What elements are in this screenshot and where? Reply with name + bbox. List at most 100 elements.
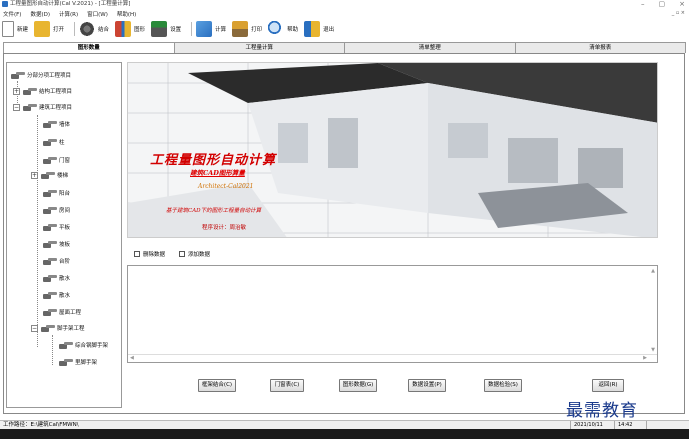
- collapse-minus-icon[interactable]: −: [13, 103, 20, 111]
- hand-pointer-icon: [41, 324, 55, 333]
- tree-node-room[interactable]: 房间: [43, 204, 70, 216]
- checkbox-box[interactable]: [179, 251, 186, 257]
- main-tabs: 图形数量 工程量计算 清单整理 清单报表: [3, 42, 686, 53]
- shape-icon: [115, 21, 132, 37]
- tree-node-roof[interactable]: 屋面工程: [43, 306, 81, 318]
- magnifier-icon: [268, 21, 285, 37]
- tree-node-wall[interactable]: 墙体: [43, 118, 70, 130]
- tree-node-scaffold[interactable]: − 脚手架工程: [31, 322, 85, 334]
- new-button[interactable]: 新建: [2, 21, 28, 37]
- tree-node-structure[interactable]: + 结构工程项目: [13, 85, 72, 97]
- scroll-right-icon[interactable]: ▶: [643, 355, 647, 361]
- tree-node-slope-slab[interactable]: 坡板: [43, 238, 70, 250]
- menu-file[interactable]: 文件(F): [3, 10, 21, 18]
- os-taskbar: [0, 429, 689, 439]
- hand-pointer-icon: [43, 274, 57, 283]
- hand-pointer-icon: [23, 103, 37, 112]
- project-tree: 分部分项工程项目 + 结构工程项目 − 建筑工程项目 墙体 柱 门窗 + 楼梯 阳…: [6, 62, 122, 408]
- combine-button[interactable]: 结合: [79, 21, 109, 37]
- tab-list-arrange[interactable]: 清单整理: [344, 42, 516, 53]
- back-button[interactable]: 返回(R): [592, 379, 624, 392]
- tree-node-step[interactable]: 台阶: [43, 255, 70, 267]
- toolbar: 新建 打开 结合 图形 设置 计算 打印 帮助 退出: [0, 18, 689, 40]
- toolbar-separator: [74, 22, 76, 36]
- menu-bar: 文件(F) 数据(D) 计算(R) 窗口(W) 帮助(H) _ ▫ ×: [0, 9, 689, 18]
- gear-icon: [79, 21, 96, 37]
- data-check-button[interactable]: 数据检验(S): [484, 379, 522, 392]
- banner-title: 工程量图形自动计算: [150, 153, 277, 168]
- hand-pointer-icon: [43, 223, 57, 232]
- delete-data-checkbox[interactable]: 删除数据: [134, 250, 165, 258]
- maximize-button[interactable]: ▢: [659, 0, 666, 9]
- calculate-button[interactable]: 计算: [196, 21, 226, 37]
- watermark: 最需教育: [566, 401, 638, 421]
- tree-node-root[interactable]: 分部分项工程项目: [11, 69, 71, 81]
- data-settings-button[interactable]: 数据设置(P): [408, 379, 446, 392]
- hand-pointer-icon: [23, 87, 37, 96]
- app-icon: [2, 1, 8, 7]
- tree-node-stairs[interactable]: + 楼梯: [31, 169, 68, 181]
- scroll-left-icon[interactable]: ◀: [130, 355, 134, 361]
- menu-help[interactable]: 帮助(H): [117, 10, 136, 18]
- tab-quantity-calc[interactable]: 工程量计算: [173, 42, 345, 53]
- hand-pointer-icon: [43, 206, 57, 215]
- exit-door-icon: [304, 21, 321, 37]
- printer-icon: [232, 21, 249, 37]
- shape-data-button[interactable]: 图形数据(G): [339, 379, 377, 392]
- tree-node-apron[interactable]: 散水: [43, 272, 70, 284]
- tree-connector: [52, 335, 53, 365]
- new-file-icon: [2, 21, 14, 37]
- mdi-controls[interactable]: _ ▫ ×: [672, 9, 685, 18]
- close-button[interactable]: ×: [679, 0, 685, 9]
- print-button[interactable]: 打印: [232, 21, 262, 37]
- scroll-up-icon[interactable]: ▲: [651, 268, 655, 274]
- hand-pointer-icon: [43, 240, 57, 249]
- options-row: 删除数据 添加数据: [134, 250, 210, 258]
- banner-author: 程序设计：周治敏: [202, 225, 247, 231]
- hand-pointer-icon: [43, 138, 57, 147]
- menu-window[interactable]: 窗口(W): [87, 10, 108, 18]
- banner-product-name: Architect-Cal2021: [198, 183, 254, 190]
- horizontal-scrollbar[interactable]: ◀ ▶: [128, 354, 657, 362]
- expand-plus-icon[interactable]: +: [13, 87, 20, 95]
- tree-node-column[interactable]: 柱: [43, 136, 65, 148]
- tree-node-drainage[interactable]: 散水: [43, 289, 70, 301]
- door-window-table-button[interactable]: 门窗表(C): [270, 379, 304, 392]
- tree-node-inner-scaffold[interactable]: 里脚手架: [59, 356, 97, 368]
- exit-button[interactable]: 退出: [304, 21, 334, 37]
- tree-node-steel-scaffold[interactable]: 综合钢脚手架: [59, 339, 108, 351]
- help-button[interactable]: 帮助: [268, 21, 298, 37]
- hand-pointer-icon: [59, 341, 73, 350]
- tree-node-flat-slab[interactable]: 平板: [43, 221, 70, 233]
- menu-data[interactable]: 数据(D): [30, 10, 50, 18]
- scroll-down-icon[interactable]: ▼: [651, 347, 655, 353]
- status-bar: 工作路径：E:\建筑Cal\FMWN\ 2021/10/11 14:42: [0, 420, 689, 430]
- shape-button[interactable]: 图形: [115, 21, 145, 37]
- tree-node-balcony[interactable]: 阳台: [43, 187, 70, 199]
- calculator-icon: [196, 21, 213, 37]
- expand-plus-icon[interactable]: +: [31, 171, 38, 179]
- checkbox-box[interactable]: [134, 251, 140, 257]
- hand-pointer-icon: [59, 358, 73, 367]
- add-data-checkbox[interactable]: 添加数据: [179, 250, 210, 258]
- hand-pointer-icon: [43, 308, 57, 317]
- open-button[interactable]: 打开: [34, 21, 64, 37]
- menu-calc[interactable]: 计算(R): [59, 10, 78, 18]
- building-icon: [151, 21, 168, 37]
- tab-shape-quantity[interactable]: 图形数量: [3, 42, 175, 53]
- tab-list-report[interactable]: 清单报表: [514, 42, 686, 53]
- window-title: 工程量图形自动计算(Cal V.2021) - [工程量计算]: [10, 1, 131, 7]
- title-bar: 工程量图形自动计算(Cal V.2021) - [工程量计算] – ▢ ×: [0, 0, 689, 9]
- hand-pointer-icon: [41, 171, 55, 180]
- hand-pointer-icon: [43, 189, 57, 198]
- data-output-area[interactable]: ▲ ▼ ◀ ▶: [127, 265, 658, 363]
- splash-banner: 工程量图形自动计算 建筑CAD图形算量 Architect-Cal2021 基于…: [127, 62, 658, 238]
- tree-node-building[interactable]: − 建筑工程项目: [13, 101, 72, 113]
- banner-description: 基于建筑CAD下的图形工程量自动计算: [166, 208, 262, 214]
- tree-node-door-window[interactable]: 门窗: [43, 154, 70, 166]
- window-controls: – ▢ ×: [641, 0, 685, 9]
- frame-combine-button[interactable]: 框架结合(C): [198, 379, 236, 392]
- settings-button[interactable]: 设置: [151, 21, 181, 37]
- minimize-button[interactable]: –: [641, 0, 645, 9]
- collapse-minus-icon[interactable]: −: [31, 324, 38, 332]
